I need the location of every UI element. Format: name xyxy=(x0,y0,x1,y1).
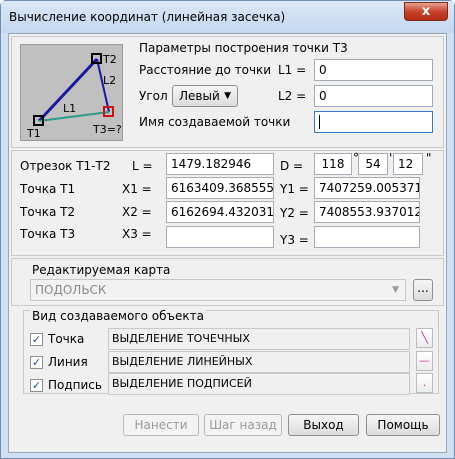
y2-label: Y2 = xyxy=(280,206,309,220)
apply-button[interactable]: Нанести xyxy=(123,414,199,436)
back-button[interactable]: Шаг назад xyxy=(204,414,282,436)
t3-label: Точка Т3 xyxy=(20,227,76,241)
minute-mark: ' xyxy=(389,151,393,165)
x1-field[interactable]: 6163409.368555 xyxy=(166,177,274,199)
x2-label: X2 = xyxy=(122,205,152,219)
help-button[interactable]: Помощь xyxy=(366,414,440,436)
d-degrees-field[interactable]: 118 xyxy=(314,153,352,175)
y3-field[interactable] xyxy=(314,226,420,248)
angle-select[interactable]: Левый ▼ xyxy=(172,85,238,107)
dialog-body: T2 L2 L1 T1 T3=? Параметры построения то… xyxy=(8,33,447,453)
map-value: ПОДОЛЬСК xyxy=(35,283,107,297)
y1-label: Y1 = xyxy=(280,182,309,196)
x1-label: X1 = xyxy=(122,182,152,196)
dialog-window: Вычисление координат (линейная засечка) … xyxy=(0,0,455,459)
text-cursor xyxy=(319,115,320,129)
l1-input[interactable]: 0 xyxy=(314,59,433,81)
line-style-icon: — xyxy=(419,354,430,367)
line-style-button[interactable]: — xyxy=(416,351,433,371)
point-style-field: ВЫДЕЛЕНИЕ ТОЧЕЧНЫХ xyxy=(108,328,410,350)
l2-input[interactable]: 0 xyxy=(314,85,433,107)
params-panel: T2 L2 L1 T1 T3=? Параметры построения то… xyxy=(11,36,444,148)
chevron-down-icon: ▼ xyxy=(224,91,231,101)
x3-field[interactable] xyxy=(166,226,274,248)
close-button[interactable]: x xyxy=(404,2,448,21)
object-type-header: Вид создаваемого объекта xyxy=(30,309,206,323)
label-t3: T3=? xyxy=(93,123,122,136)
angle-label: Угол xyxy=(139,89,168,103)
line-label: Линия xyxy=(48,355,88,369)
point-label: Точка xyxy=(48,332,85,346)
window-title: Вычисление координат (линейная засечка) xyxy=(9,10,286,24)
x2-field[interactable]: 6162694.432031 xyxy=(166,201,274,223)
d-seconds-field[interactable]: 12 xyxy=(393,153,423,175)
y3-label: Y3 = xyxy=(280,233,309,247)
label-l2: L2 xyxy=(103,74,117,87)
exit-button[interactable]: Выход xyxy=(288,414,359,436)
angle-value: Левый xyxy=(179,89,220,103)
coords-panel: Отрезок Т1-Т2 L = 1479.182946 D = 118 ° … xyxy=(11,150,444,256)
t1-label: Точка Т1 xyxy=(20,182,76,196)
d-minutes-field[interactable]: 54 xyxy=(358,153,388,175)
l-label: L = xyxy=(132,159,153,173)
label-style-field: ВЫДЕЛЕНИЕ ПОДПИСЕЙ xyxy=(108,373,410,395)
label-l1: L1 xyxy=(63,102,77,115)
map-header: Редактируемая карта xyxy=(32,263,171,277)
point-style-button[interactable]: ╲ xyxy=(416,328,433,348)
l2-label: L2 = xyxy=(278,89,307,103)
d-label: D = xyxy=(280,159,304,173)
l-value-field[interactable]: 1479.182946 xyxy=(166,153,274,175)
object-type-panel: Вид создаваемого объекта ✓ Точка ВЫДЕЛЕН… xyxy=(23,309,439,395)
y2-field[interactable]: 7408553.937012 xyxy=(314,201,420,223)
map-browse-button[interactable]: ... xyxy=(413,279,433,301)
title-bar[interactable]: Вычисление координат (линейная засечка) … xyxy=(1,1,454,33)
l1-label: L1 = xyxy=(278,63,307,77)
label-checkbox[interactable]: ✓ xyxy=(30,379,43,392)
point-style-icon: ╲ xyxy=(421,331,428,344)
point-name-label: Имя создаваемой точки xyxy=(139,115,291,129)
params-header: Параметры построения точки Т3 xyxy=(139,41,348,55)
label-style-icon: . xyxy=(422,376,427,389)
diagram-image: T2 L2 L1 T1 T3=? xyxy=(20,44,123,141)
map-panel: Редактируемая карта ПОДОЛЬСК ▼ ... xyxy=(11,258,444,306)
chevron-down-icon: ▼ xyxy=(392,285,399,295)
segment-label: Отрезок Т1-Т2 xyxy=(20,159,111,173)
label-label: Подпись xyxy=(48,378,102,392)
label-t2: T2 xyxy=(103,53,117,66)
t2-label: Точка Т2 xyxy=(20,205,76,219)
close-icon: x xyxy=(421,4,431,19)
line-checkbox[interactable]: ✓ xyxy=(30,356,43,369)
map-select[interactable]: ПОДОЛЬСК ▼ xyxy=(30,279,406,301)
y1-field[interactable]: 7407259.005371 xyxy=(314,177,420,199)
label-t1: T1 xyxy=(27,127,41,140)
label-style-button[interactable]: . xyxy=(416,373,433,393)
point-name-input[interactable] xyxy=(314,111,433,133)
point-checkbox[interactable]: ✓ xyxy=(30,333,43,346)
line-style-field: ВЫДЕЛЕНИЕ ЛИНЕЙНЫХ xyxy=(108,351,410,373)
x3-label: X3 = xyxy=(122,227,152,241)
distance-label: Расстояние до точки xyxy=(139,63,272,77)
second-mark: " xyxy=(426,151,432,165)
